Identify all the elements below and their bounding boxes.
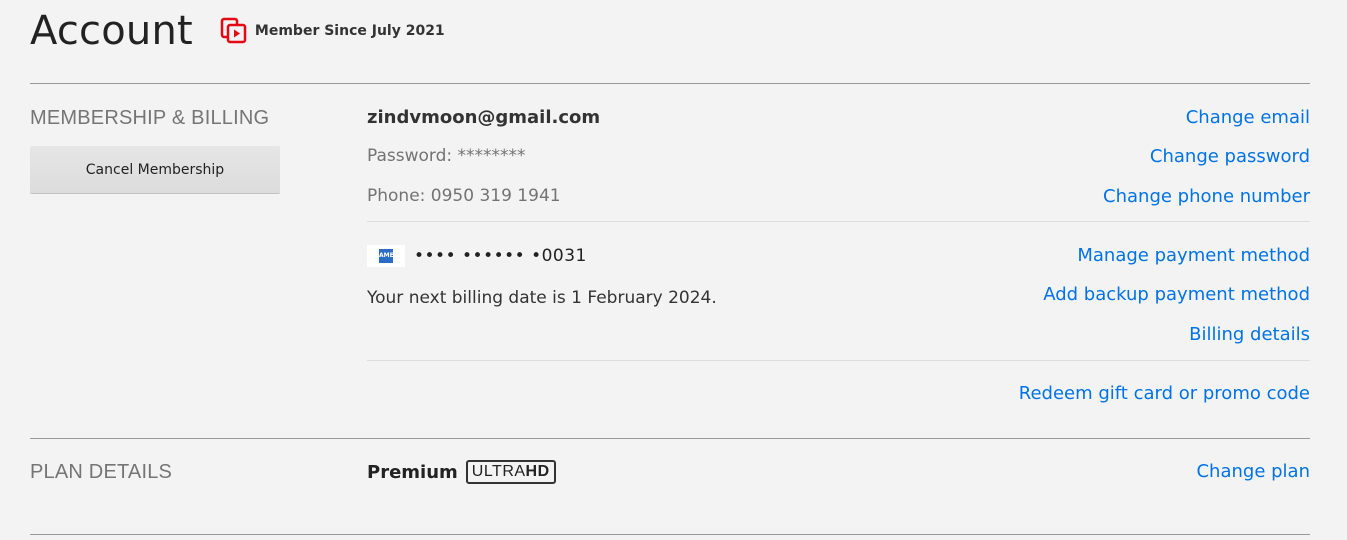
account-email: zindvmoon@gmail.com: [367, 107, 601, 128]
billing-details-link[interactable]: Billing details: [1189, 324, 1310, 345]
badge-hd-text: HD: [525, 463, 550, 480]
change-email-link[interactable]: Change email: [1186, 107, 1310, 128]
plan-name: Premium: [367, 461, 458, 483]
membership-billing-label: MEMBERSHIP & BILLING: [30, 107, 270, 129]
redeem-gift-card-link[interactable]: Redeem gift card or promo code: [1019, 383, 1310, 404]
header-divider: [30, 83, 1310, 84]
credentials-divider: [367, 221, 1310, 222]
member-since-badge: Member Since July 2021: [219, 16, 445, 46]
payment-card-row: AMEX •••• •••••• •0031: [367, 245, 587, 267]
ultra-hd-badge: ULTRAHD: [465, 460, 556, 484]
member-since-icon: [219, 16, 249, 46]
change-plan-link[interactable]: Change plan: [1196, 461, 1310, 482]
amex-card-icon: AMEX: [367, 245, 405, 267]
plan-row: Premium ULTRAHD: [367, 460, 556, 484]
account-page: Account Member Since July 2021 MEMBERSHI…: [0, 0, 1347, 540]
add-backup-payment-link[interactable]: Add backup payment method: [1043, 284, 1310, 305]
page-title: Account: [30, 8, 193, 54]
card-logo-mark: AMEX: [379, 249, 398, 263]
account-password: Password: ********: [367, 146, 526, 166]
billing-divider: [367, 360, 1310, 361]
card-number: •••• •••••• •0031: [414, 246, 587, 266]
membership-section-divider: [30, 438, 1310, 439]
page-header: Account Member Since July 2021: [30, 8, 445, 54]
change-password-link[interactable]: Change password: [1150, 146, 1310, 167]
badge-ultra-text: ULTRA: [471, 463, 526, 480]
plan-section-divider: [30, 534, 1310, 535]
member-since-text: Member Since July 2021: [254, 23, 445, 39]
cancel-membership-button[interactable]: Cancel Membership: [30, 146, 280, 193]
manage-payment-link[interactable]: Manage payment method: [1077, 245, 1310, 266]
next-billing-date: Your next billing date is 1 February 202…: [367, 288, 717, 308]
plan-details-label: PLAN DETAILS: [30, 461, 173, 483]
change-phone-link[interactable]: Change phone number: [1103, 186, 1310, 207]
account-phone: Phone: 0950 319 1941: [367, 186, 561, 206]
